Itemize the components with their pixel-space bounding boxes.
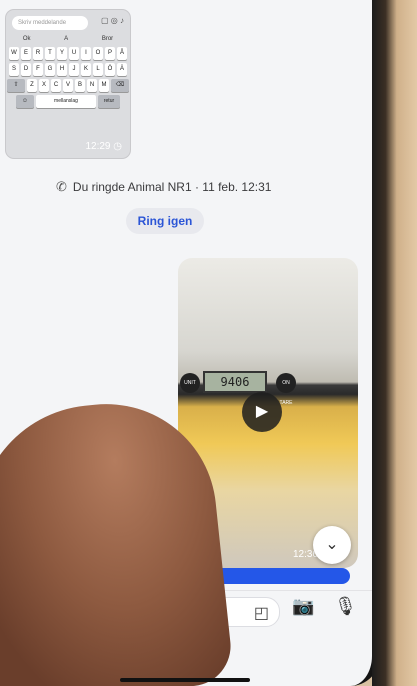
key-row-4: ☺ mellanslag retur [6, 95, 130, 108]
key: E [21, 47, 31, 60]
message-timestamp: 12:29 ◷ [85, 141, 122, 152]
key: M [99, 79, 109, 92]
key: V [63, 79, 73, 92]
key: K [81, 63, 91, 76]
key: S [9, 63, 19, 76]
scale-display: 9406 [203, 371, 267, 393]
key: T [45, 47, 55, 60]
screenshot-suggestions: Ok A Bror [6, 32, 130, 44]
key: Y [57, 47, 67, 60]
key: C [51, 79, 61, 92]
backspace-key: ⌫ [111, 79, 129, 92]
phone-frame-edge [372, 0, 417, 686]
ring-again-button[interactable]: Ring igen [126, 208, 204, 234]
screenshot-toolbar-icons: ▢ ◎ ♪ [101, 16, 124, 25]
shift-key: ⇧ [7, 79, 25, 92]
return-key: retur [98, 95, 120, 108]
call-event: ✆ Du ringde Animal NR1 · 11 feb. 12:31 [56, 179, 271, 195]
chevron-down-icon: ⌄ [325, 536, 339, 553]
key: Ä [117, 63, 127, 76]
play-icon[interactable]: ▶ [242, 392, 282, 432]
emoji-key: ☺ [16, 95, 34, 108]
key-row-2: S D F G H J K L Ö Ä [6, 63, 130, 76]
scroll-down-button[interactable]: ⌄ [313, 526, 351, 564]
key: F [33, 63, 43, 76]
key: B [75, 79, 85, 92]
key: P [105, 47, 115, 60]
key: N [87, 79, 97, 92]
home-indicator [120, 678, 250, 682]
microphone-icon[interactable]: 🎙 [334, 596, 357, 617]
key: D [21, 63, 31, 76]
key-row-1: W E R T Y U I O P Å [6, 47, 130, 60]
key: R [33, 47, 43, 60]
suggestion: Ok [22, 36, 31, 42]
scale-tare-button: ON TARE [276, 373, 296, 406]
scale-unit-button: UNIT [180, 373, 200, 393]
screenshot-search-field: Skriv meddelande [12, 16, 88, 30]
keyboard-screenshot-message[interactable]: Skriv meddelande ▢ ◎ ♪ Ok A Bror W E R T… [6, 10, 130, 158]
key: J [69, 63, 79, 76]
key: L [93, 63, 103, 76]
key: Z [27, 79, 37, 92]
key: Ö [105, 63, 115, 76]
key: Å [117, 47, 127, 60]
key-row-3: ⇧ Z X C V B N M ⌫ [6, 79, 130, 92]
call-event-text: Du ringde Animal NR1 · 11 feb. 12:31 [72, 180, 272, 194]
outgoing-call-icon: ✆ [56, 179, 67, 194]
sent-message-bubble[interactable] [210, 568, 350, 584]
key: G [45, 63, 55, 76]
key: U [69, 47, 79, 60]
sticker-icon[interactable]: ◰ [254, 603, 269, 623]
key: X [39, 79, 49, 92]
suggestion: Bror [101, 36, 114, 42]
phone-screen: Skriv meddelande ▢ ◎ ♪ Ok A Bror W E R T… [0, 0, 380, 686]
camera-icon[interactable]: 📷 [292, 596, 314, 617]
key: O [93, 47, 103, 60]
key: H [57, 63, 67, 76]
key: W [9, 47, 19, 60]
suggestion: A [64, 36, 69, 42]
space-key: mellanslag [36, 95, 96, 108]
key: I [81, 47, 91, 60]
